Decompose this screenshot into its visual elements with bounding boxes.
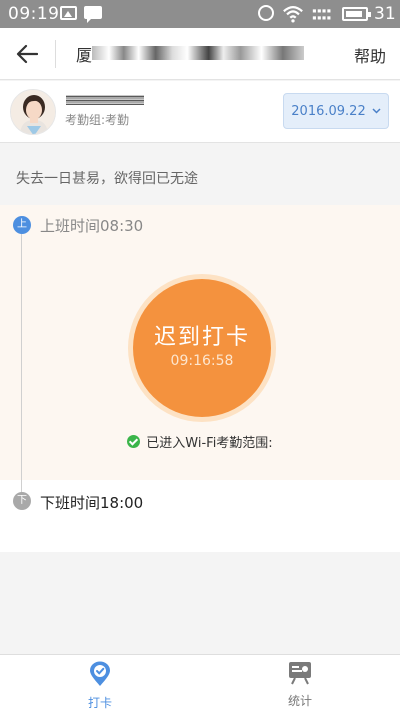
status-bar: 09:19 ▪▪▪▪ ▪▪▪▪ 31 bbox=[0, 0, 400, 28]
tab-punch[interactable]: 打卡 bbox=[60, 661, 140, 711]
off-duty-section bbox=[0, 480, 400, 552]
late-punch-button[interactable]: 迟到打卡 09:16:58 bbox=[133, 279, 271, 417]
off-duty-time: 下班时间18:00 bbox=[40, 494, 144, 512]
page-title: 厦 bbox=[76, 46, 93, 65]
motto-text: 失去一日甚易，欲得回已无途 bbox=[16, 171, 198, 187]
alarm-icon bbox=[258, 5, 274, 21]
location-check-icon bbox=[90, 661, 110, 686]
off-duty-badge: 下 bbox=[13, 492, 31, 510]
stats-board-icon bbox=[289, 662, 311, 685]
redacted-user-name bbox=[66, 95, 144, 105]
arrow-left-icon bbox=[16, 44, 38, 64]
user-photo bbox=[11, 90, 55, 134]
tab-stats[interactable]: 统计 bbox=[260, 661, 340, 709]
wifi-status: 已进入Wi-Fi考勤范围: bbox=[0, 432, 400, 451]
battery-level: 31 bbox=[374, 4, 396, 24]
on-duty-time: 上班时间08:30 bbox=[40, 217, 144, 235]
image-icon bbox=[60, 6, 77, 20]
redacted-title bbox=[92, 46, 304, 60]
wifi-status-text: 已进入Wi-Fi考勤范围: bbox=[146, 436, 273, 451]
timeline-line bbox=[21, 232, 22, 494]
date-picker[interactable]: 2016.09.22 bbox=[283, 93, 389, 129]
back-button[interactable] bbox=[10, 38, 44, 70]
punch-label: 迟到打卡 bbox=[153, 325, 250, 350]
tab-stats-label: 统计 bbox=[287, 694, 312, 708]
on-duty-badge: 上 bbox=[13, 216, 31, 234]
battery-icon bbox=[342, 7, 371, 21]
chevron-down-icon bbox=[372, 108, 381, 114]
punch-clock: 09:16:58 bbox=[170, 353, 234, 369]
message-icon bbox=[84, 6, 102, 23]
bottom-nav: 打卡 统计 bbox=[0, 654, 400, 711]
wifi-icon bbox=[283, 6, 303, 23]
tab-punch-label: 打卡 bbox=[87, 696, 112, 710]
app-header: 厦 帮助 bbox=[0, 28, 400, 80]
status-time: 09:19 bbox=[8, 4, 60, 24]
attendance-group: 考勤组:考勤 bbox=[65, 113, 130, 127]
user-info-bar: 考勤组:考勤 2016.09.22 bbox=[0, 81, 400, 143]
signal-icon: ▪▪▪▪ ▪▪▪▪ bbox=[312, 6, 332, 22]
header-divider bbox=[55, 40, 56, 68]
avatar bbox=[10, 89, 56, 135]
help-button[interactable]: 帮助 bbox=[354, 43, 386, 67]
date-value: 2016.09.22 bbox=[291, 103, 366, 119]
check-circle-icon bbox=[127, 435, 141, 448]
